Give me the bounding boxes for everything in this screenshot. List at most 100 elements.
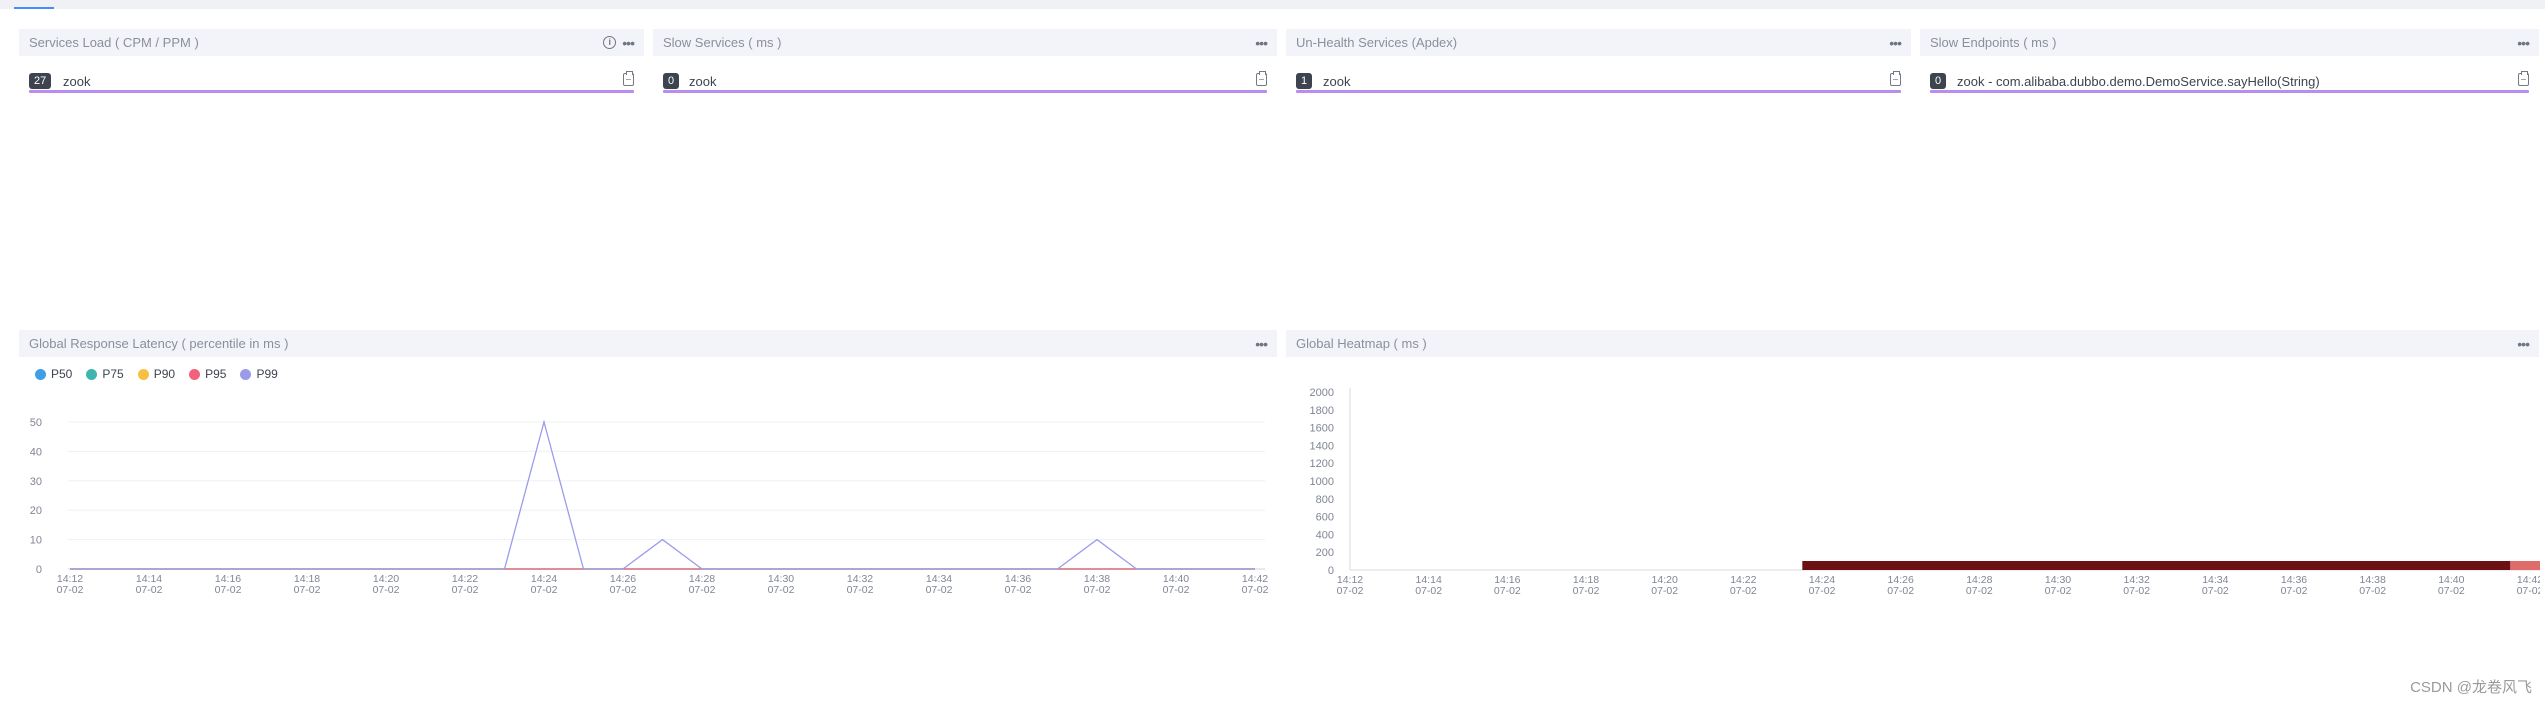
slow-endpoints-title: Slow Endpoints ( ms ) (1930, 35, 2057, 50)
x-date-label: 07-02 (1494, 585, 1521, 597)
latency-header: Global Response Latency ( percentile in … (19, 330, 1277, 357)
count-badge: 0 (663, 73, 680, 89)
service-name[interactable]: zook (63, 74, 90, 89)
legend-item-p99[interactable]: P99 (240, 367, 278, 381)
x-date-label: 07-02 (1809, 585, 1836, 597)
clipboard-icon[interactable] (623, 71, 634, 86)
info-circle-icon[interactable]: i (603, 36, 617, 49)
legend-label: P95 (205, 367, 227, 381)
y-tick-label: 400 (1316, 529, 1334, 541)
y-tick-label: 20 (30, 505, 42, 517)
y-tick-label: 600 (1316, 512, 1334, 524)
load-bar (29, 90, 634, 93)
x-date-label: 07-02 (2045, 585, 2072, 597)
x-date-label: 07-02 (847, 584, 874, 596)
y-tick-label: 1400 (1310, 440, 1334, 452)
latency-card: Global Response Latency ( percentile in … (19, 330, 1277, 357)
legend-item-p50[interactable]: P50 (35, 367, 72, 381)
unhealth-services-header: Un-Health Services (Apdex) ••• (1286, 29, 1911, 56)
unhealth-services-title: Un-Health Services (Apdex) (1296, 35, 1458, 50)
legend-dot (189, 368, 201, 380)
y-tick-label: 0 (36, 564, 42, 576)
heatmap-chart[interactable]: 020040060080010001200140016001800200014:… (1290, 380, 2540, 610)
x-date-label: 07-02 (1242, 584, 1269, 596)
heatmap-card: Global Heatmap ( ms ) ••• (1286, 330, 2539, 357)
legend-label: P75 (102, 367, 124, 381)
heatmap-header: Global Heatmap ( ms ) ••• (1286, 330, 2539, 357)
x-date-label: 07-02 (531, 584, 558, 596)
x-date-label: 07-02 (2202, 585, 2229, 597)
list-item[interactable]: 0 zook - com.alibaba.dubbo.demo.DemoServ… (1930, 69, 2529, 93)
service-name[interactable]: zook (1323, 74, 1350, 89)
services-load-header: Services Load ( CPM / PPM ) i ••• (19, 29, 644, 56)
clipboard-icon[interactable] (1256, 71, 1267, 86)
x-date-label: 07-02 (1163, 584, 1190, 596)
x-date-label: 07-02 (2281, 585, 2308, 597)
more-dots-icon[interactable]: ••• (622, 36, 635, 50)
y-tick-label: 0 (1328, 565, 1334, 577)
x-date-label: 07-02 (294, 584, 321, 596)
x-date-label: 07-02 (1651, 585, 1678, 597)
clipboard-icon[interactable] (2518, 71, 2529, 86)
legend-item-p90[interactable]: P90 (137, 367, 176, 381)
clipboard-icon[interactable] (1890, 71, 1901, 86)
x-date-label: 07-02 (2123, 585, 2150, 597)
legend-item-p95[interactable]: P95 (189, 367, 226, 381)
heatmap-title: Global Heatmap ( ms ) (1296, 336, 1427, 351)
heatmap-cell (1802, 561, 2511, 570)
x-date-label: 07-02 (215, 584, 242, 596)
series-line-p99 (70, 419, 1255, 570)
x-date-label: 07-02 (452, 584, 479, 596)
x-date-label: 07-02 (136, 584, 163, 596)
more-dots-icon[interactable]: ••• (1255, 36, 1268, 50)
legend-dot (86, 368, 98, 380)
x-date-label: 07-02 (1573, 585, 1600, 597)
y-tick-label: 1800 (1310, 405, 1334, 417)
list-item[interactable]: 1 zook (1296, 69, 1901, 93)
x-date-label: 07-02 (373, 584, 400, 596)
x-date-label: 07-02 (768, 584, 795, 596)
chart-legend: P50 P75 P90 P95 P99 (35, 367, 278, 381)
slow-endpoints-card: Slow Endpoints ( ms ) ••• 0 zook - com.a… (1920, 29, 2539, 99)
slow-endpoints-header: Slow Endpoints ( ms ) ••• (1920, 29, 2539, 56)
y-tick-label: 1200 (1310, 458, 1334, 470)
list-item[interactable]: 27 zook (29, 69, 634, 93)
legend-label: P90 (153, 367, 176, 381)
y-tick-label: 50 (30, 417, 42, 429)
x-date-label: 07-02 (1005, 584, 1032, 596)
latency-line-chart[interactable]: 0102030405014:1207-0214:1407-0214:1607-0… (0, 400, 1280, 610)
services-load-title: Services Load ( CPM / PPM ) (29, 35, 199, 50)
more-dots-icon[interactable]: ••• (1255, 337, 1268, 351)
legend-item-p75[interactable]: P75 (86, 367, 124, 381)
x-date-label: 07-02 (689, 584, 716, 596)
endpoint-name[interactable]: zook - com.alibaba.dubbo.demo.DemoServic… (1957, 74, 2320, 89)
active-tab-indicator[interactable] (14, 7, 54, 9)
slow-services-card: Slow Services ( ms ) ••• 0 zook (653, 29, 1277, 99)
x-date-label: 07-02 (1415, 585, 1442, 597)
more-dots-icon[interactable]: ••• (1889, 36, 1902, 50)
x-date-label: 07-02 (2438, 585, 2465, 597)
service-name[interactable]: zook (689, 74, 716, 89)
x-date-label: 07-02 (1337, 585, 1364, 597)
slow-services-title: Slow Services ( ms ) (663, 35, 782, 50)
latency-bar (663, 90, 1267, 93)
more-dots-icon[interactable]: ••• (2517, 337, 2530, 351)
y-tick-label: 200 (1316, 547, 1334, 559)
x-date-label: 07-02 (1887, 585, 1914, 597)
y-tick-label: 40 (30, 446, 42, 458)
y-tick-label: 30 (30, 476, 42, 488)
y-tick-label: 10 (30, 535, 42, 547)
legend-label: P99 (256, 367, 278, 381)
y-tick-label: 800 (1316, 494, 1334, 506)
y-tick-label: 1600 (1310, 423, 1334, 435)
services-load-card: Services Load ( CPM / PPM ) i ••• 27 zoo… (19, 29, 644, 99)
x-date-label: 07-02 (2359, 585, 2386, 597)
x-date-label: 07-02 (926, 584, 953, 596)
more-dots-icon[interactable]: ••• (2517, 36, 2530, 50)
latency-title: Global Response Latency ( percentile in … (29, 336, 289, 351)
heatmap-cell (2510, 561, 2540, 570)
legend-label: P50 (51, 367, 73, 381)
x-date-label: 07-02 (1730, 585, 1757, 597)
x-date-label: 07-02 (2517, 585, 2540, 597)
list-item[interactable]: 0 zook (663, 69, 1267, 93)
